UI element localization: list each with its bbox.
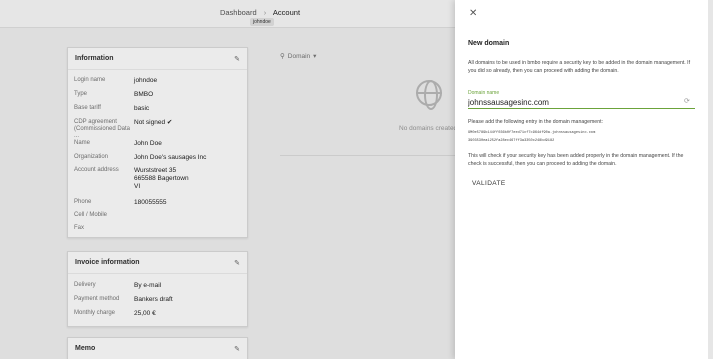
row-value: BMBO: [134, 91, 154, 98]
validate-button[interactable]: VALIDATE: [472, 180, 506, 187]
row-label: Base tariff: [74, 105, 101, 111]
row-value: By e-mail: [134, 282, 162, 289]
row-value: 180055555: [134, 199, 167, 206]
information-title: Information: [75, 55, 114, 62]
breadcrumb-current: Account: [272, 8, 301, 17]
pencil-icon[interactable]: ✎: [234, 345, 240, 353]
caret-down-icon: ▾: [313, 53, 317, 60]
breadcrumb-dashboard[interactable]: Dashboard: [220, 8, 257, 17]
refresh-icon: ⟳: [684, 98, 690, 105]
row-label: Type: [74, 91, 88, 97]
row-label: Payment method: [74, 296, 120, 302]
pencil-icon[interactable]: ✎: [234, 55, 240, 63]
row-value: Bankers draft: [134, 296, 173, 303]
row-label: Login name: [74, 77, 106, 83]
row-label: CDP agreement (Commissioned Data ...: [74, 119, 131, 139]
domain-name-input[interactable]: [468, 96, 695, 109]
breadcrumb-separator: ›: [263, 8, 267, 17]
divider: [280, 155, 455, 156]
row-label: Organization: [74, 154, 109, 160]
cdp-status: Not signed ✔: [134, 119, 173, 126]
row-label: Delivery: [74, 282, 96, 288]
new-domain-drawer: ✕ New domain All domains to be used in b…: [455, 0, 708, 359]
address-line: VI: [134, 183, 141, 190]
user-chip: johndoe: [250, 18, 274, 26]
row-value: basic: [134, 105, 150, 112]
dns-entry-line: 9M0e5789b144ff036b0f7eed71cf7c964df90a.j…: [468, 131, 596, 135]
close-icon[interactable]: ✕: [469, 8, 477, 19]
search-icon: ⚲: [280, 53, 285, 60]
domain-filter[interactable]: ⚲ Domain ▾: [280, 52, 317, 61]
invoice-card: Invoice information ✎ Delivery By e-mail …: [67, 251, 248, 327]
row-label: Fax: [74, 225, 85, 231]
row-value: John Doe: [134, 140, 162, 147]
check-note: This will check if your security key has…: [468, 153, 684, 167]
row-value: johndoe: [134, 77, 158, 84]
domain-filter-label: Domain: [287, 52, 311, 60]
breadcrumb: Dashboard › Account: [0, 8, 520, 17]
row-value: 25,00 €: [134, 310, 156, 317]
row-label: Name: [74, 140, 91, 146]
row-label: Phone: [74, 199, 92, 205]
row-label: Monthly charge: [74, 310, 116, 316]
empty-state-text: No domains created y: [399, 125, 463, 132]
memo-card: Memo ✎: [67, 337, 248, 359]
scrollbar[interactable]: [708, 0, 713, 359]
instruction-text: Please add the following entry in the do…: [468, 119, 603, 125]
globe-icon: [416, 80, 442, 110]
row-label: Cell / Mobile: [74, 212, 108, 218]
address-line: 665588 Bagertown: [134, 175, 189, 182]
row-value: John Doe's sausages Inc: [134, 154, 207, 161]
memo-title: Memo: [75, 345, 96, 352]
address-line: Wurststreet 35: [134, 167, 177, 174]
drawer-title: New domain: [468, 40, 510, 47]
address-value: Wurststreet 35 665588 Bagertown VI: [134, 167, 189, 199]
pencil-icon[interactable]: ✎: [234, 259, 240, 267]
dns-entry-line: 3903530ea1252fa28ec467ff3a3350c248bd9182: [468, 139, 555, 143]
invoice-title: Invoice information: [75, 259, 140, 266]
drawer-intro: All domains to be used in bmbo require a…: [468, 60, 691, 74]
row-label: Account address: [74, 167, 119, 173]
information-card: Information ✎ Login name johndoe Type BMBO…: [67, 47, 248, 238]
